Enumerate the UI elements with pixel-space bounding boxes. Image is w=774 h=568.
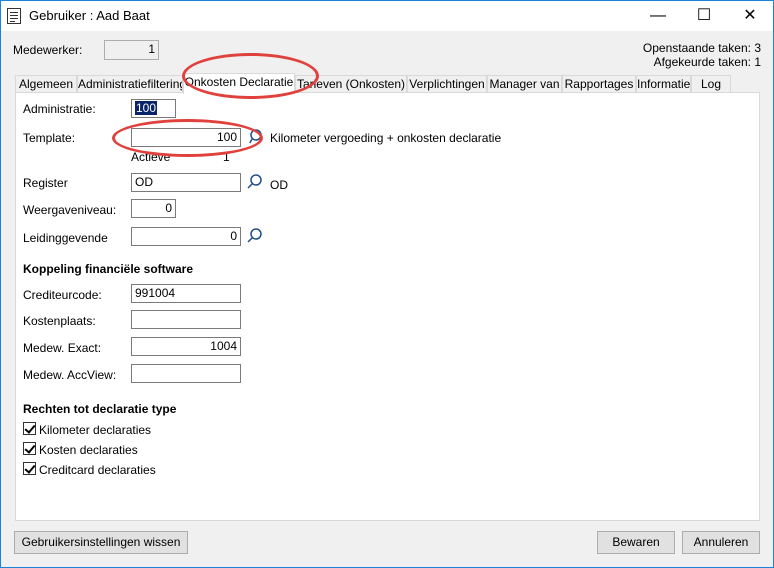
actief-label: Actieve [131, 150, 171, 164]
search-icon[interactable] [247, 227, 263, 243]
kilometer-declaraties-checkbox[interactable] [23, 422, 36, 435]
creditcard-declaraties-checkbox[interactable] [23, 462, 36, 475]
kosten-declaraties-checkbox[interactable] [23, 442, 36, 455]
medew-accview-field[interactable] [131, 364, 241, 383]
tab-rapportages[interactable]: Rapportages [562, 75, 636, 93]
creditcard-declaraties-label: Creditcard declaraties [39, 463, 156, 477]
tab-onkosten-declaratie[interactable]: Onkosten Declaratie [183, 73, 295, 94]
search-icon[interactable] [249, 128, 265, 144]
template-field[interactable]: 100 [131, 128, 241, 147]
template-description: Kilometer vergoeding + onkosten declarat… [270, 131, 502, 145]
tab-strip: Algemeen Administratiefiltering Onkosten… [15, 73, 761, 94]
openstaande-taken-text: Openstaande taken: 3 [642, 41, 761, 55]
user-dialog-window: Gebruiker : Aad Baat — ☐ ✕ Medewerker: 1… [0, 0, 774, 568]
maximize-button[interactable]: ☐ [681, 1, 727, 31]
administratie-field[interactable]: 100 [131, 99, 176, 118]
weergaveniveau-label: Weergaveniveau: [23, 203, 117, 217]
register-label: Register [23, 176, 68, 190]
medew-exact-label: Medew. Exact: [23, 341, 102, 355]
leidinggevende-label: Leidinggevende [23, 231, 108, 245]
close-button[interactable]: ✕ [727, 1, 773, 31]
cancel-button[interactable]: Annuleren [682, 531, 760, 554]
window-title: Gebruiker : Aad Baat [29, 8, 150, 23]
rechten-heading: Rechten tot declaratie type [23, 402, 177, 416]
kostenplaats-label: Kostenplaats: [23, 314, 96, 328]
weergaveniveau-field[interactable]: 0 [131, 199, 176, 218]
register-description: OD [270, 178, 288, 192]
medewerker-label: Medewerker: [13, 43, 83, 57]
medewerker-field: 1 [104, 40, 159, 60]
crediteurcode-field[interactable]: 991004 [131, 284, 241, 303]
search-icon[interactable] [247, 173, 263, 189]
medew-accview-label: Medew. AccView: [23, 368, 117, 382]
administratie-value: 100 [135, 101, 158, 115]
close-icon: ✕ [743, 7, 757, 24]
koppeling-heading: Koppeling financiële software [23, 262, 194, 276]
save-button[interactable]: Bewaren [597, 531, 675, 554]
tab-log[interactable]: Log [691, 75, 731, 93]
gebruikersinstellingen-wissen-button[interactable]: Gebruikersinstellingen wissen [14, 531, 188, 554]
app-document-icon [7, 8, 21, 24]
crediteurcode-label: Crediteurcode: [23, 288, 102, 302]
tab-manager-van[interactable]: Manager van [487, 75, 562, 93]
maximize-icon: ☐ [696, 7, 712, 24]
tab-informatie[interactable]: Informatie [636, 75, 691, 93]
administratie-label: Administratie: [23, 102, 96, 116]
leidinggevende-field[interactable]: 0 [131, 227, 241, 246]
title-bar[interactable]: Gebruiker : Aad Baat — ☐ ✕ [1, 1, 773, 31]
kostenplaats-field[interactable] [131, 310, 241, 329]
actief-value: 1 [223, 150, 230, 164]
minimize-icon: — [650, 7, 666, 24]
tab-administratiefiltering[interactable]: Administratiefiltering [77, 75, 183, 93]
afgekeurde-taken-text: Afgekeurde taken: 1 [653, 55, 761, 69]
minimize-button[interactable]: — [635, 1, 681, 31]
tab-verplichtingen[interactable]: Verplichtingen [407, 75, 487, 93]
register-field[interactable]: OD [131, 173, 241, 192]
template-label: Template: [23, 131, 76, 145]
medew-exact-field[interactable]: 1004 [131, 337, 241, 356]
kilometer-declaraties-label: Kilometer declaraties [39, 423, 152, 437]
kosten-declaraties-label: Kosten declaraties [39, 443, 138, 457]
tab-algemeen[interactable]: Algemeen [15, 75, 77, 93]
tab-tarieven-onkosten[interactable]: Tarieven (Onkosten) [295, 75, 407, 93]
